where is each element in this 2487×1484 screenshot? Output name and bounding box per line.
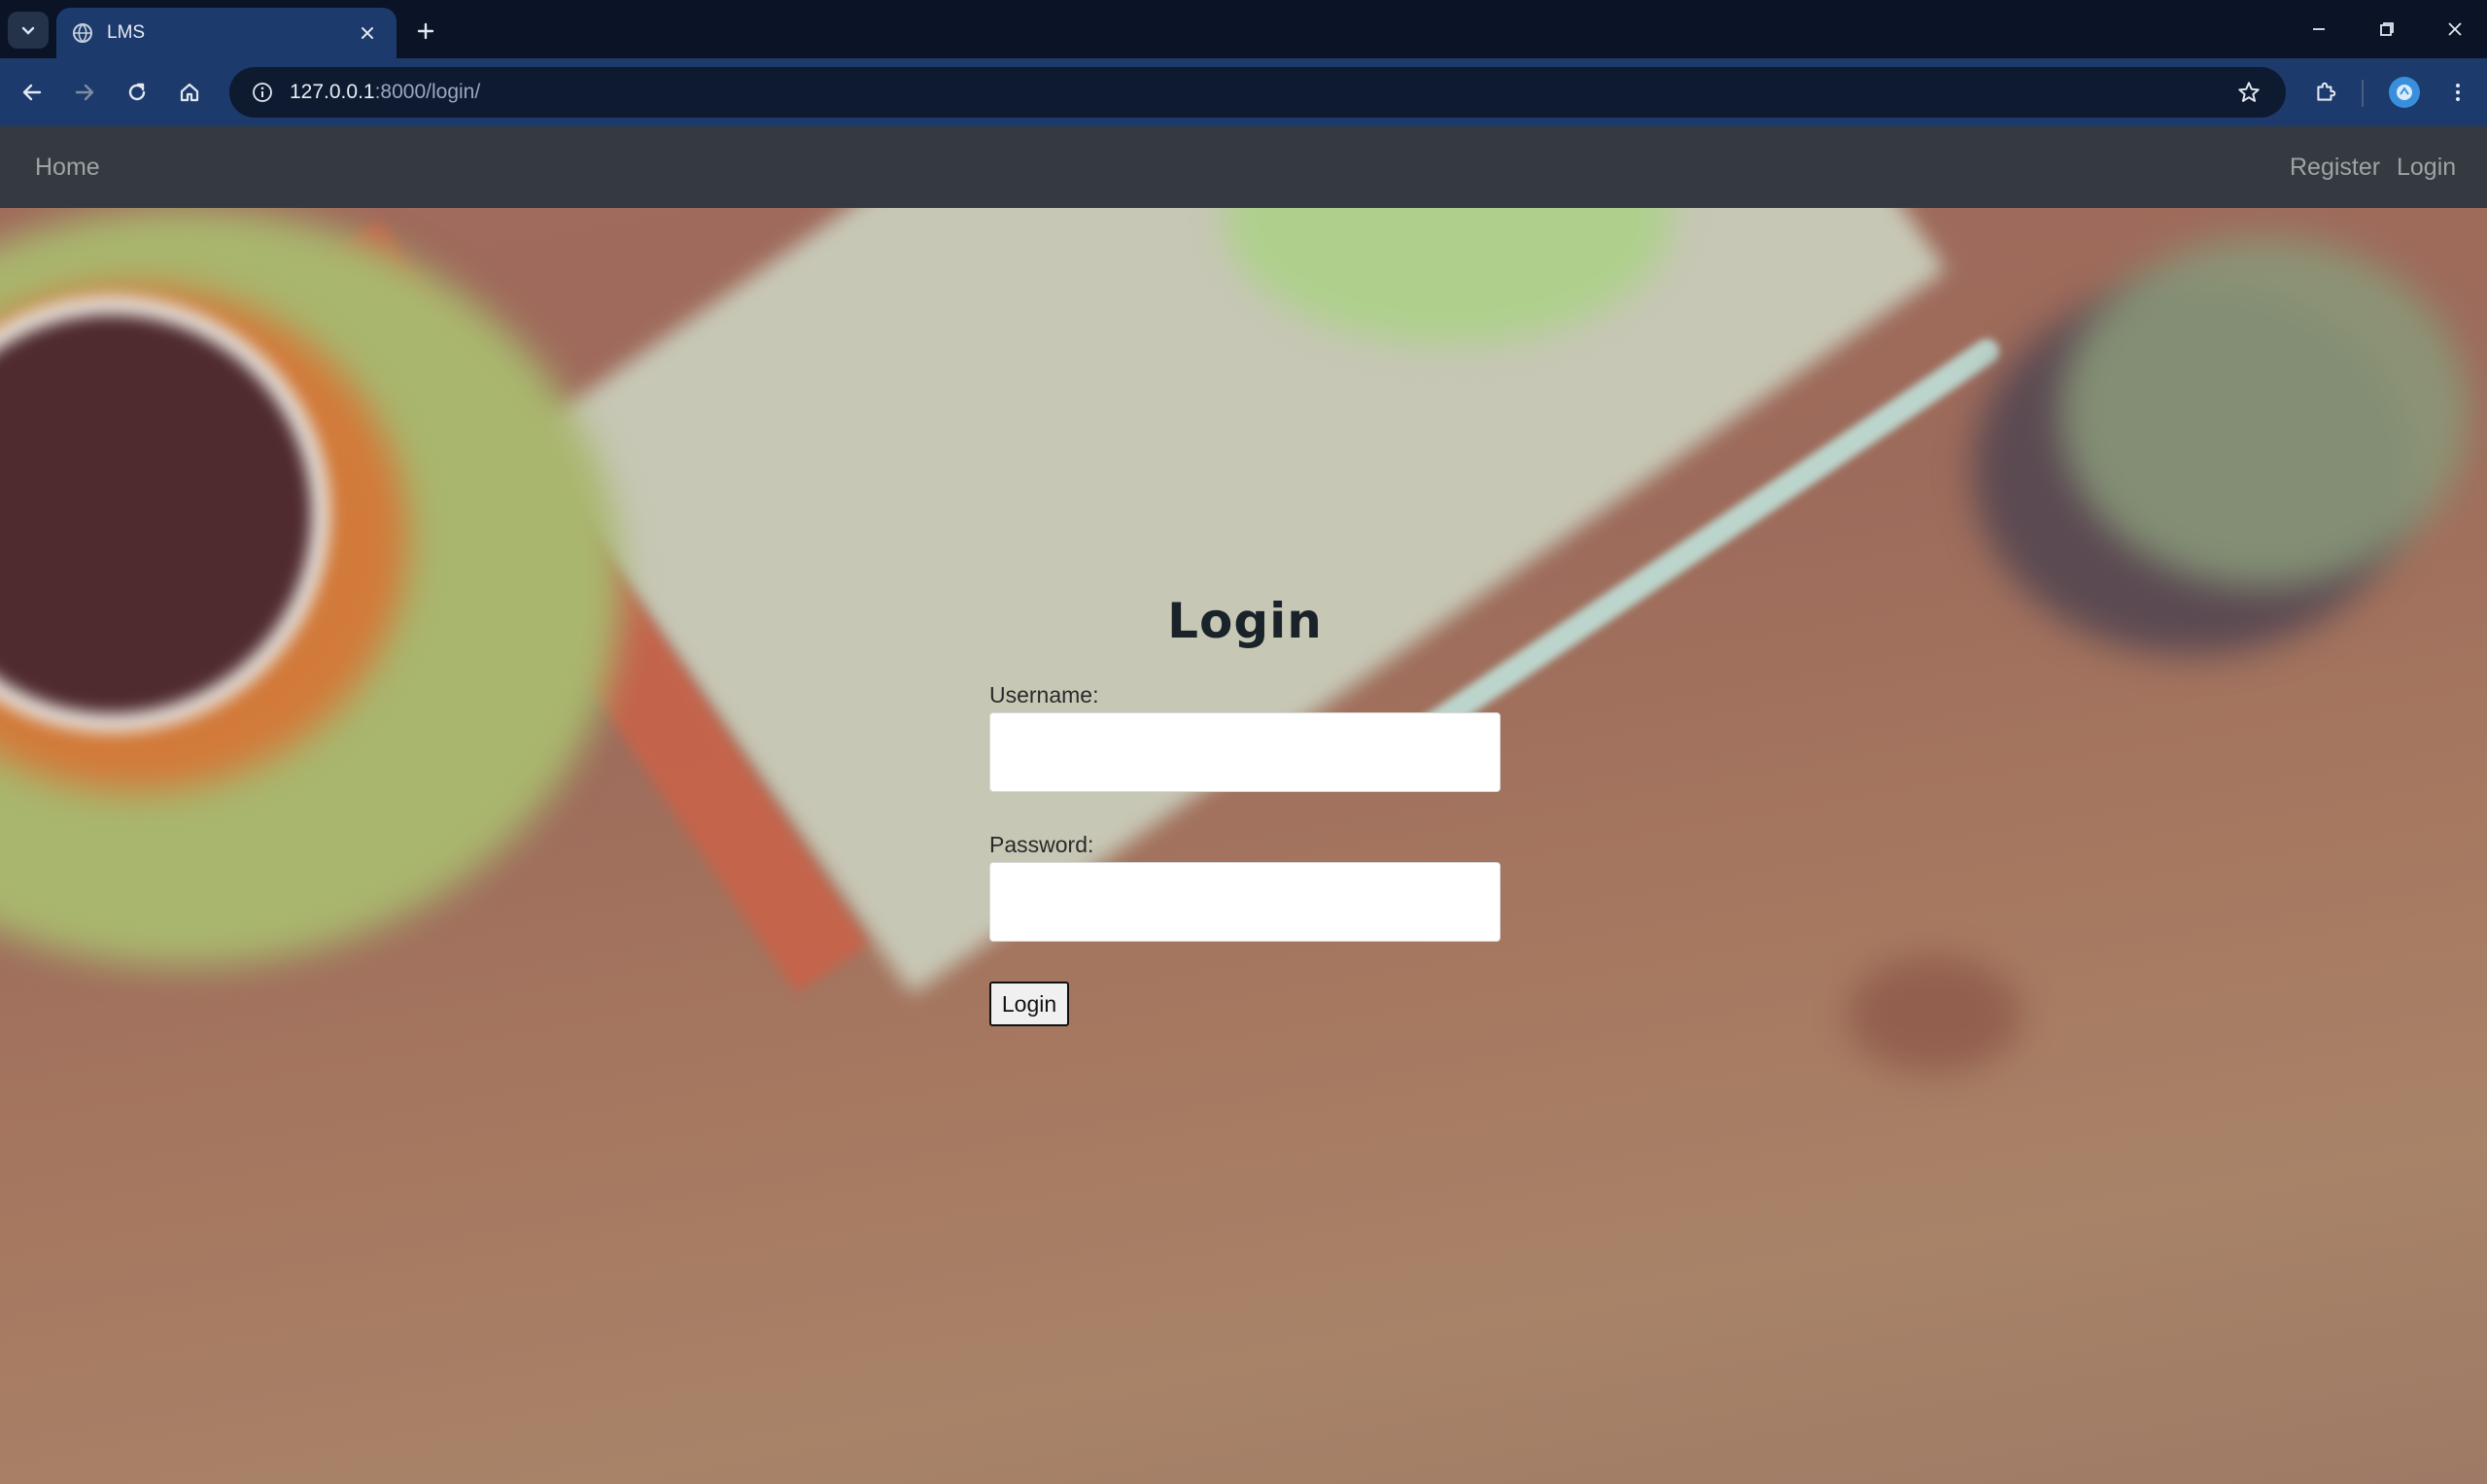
toolbar-separator xyxy=(2362,80,2364,107)
nav-login-link[interactable]: Login xyxy=(2397,126,2456,208)
restore-icon xyxy=(2380,22,2394,36)
url-host: 127.0.0.1 xyxy=(290,81,375,103)
star-icon xyxy=(2238,82,2260,102)
tab-search-button[interactable] xyxy=(8,12,49,49)
home-button[interactable] xyxy=(169,72,210,113)
succulent-plant xyxy=(2060,237,2469,587)
username-input[interactable] xyxy=(989,712,1501,792)
arrow-right-icon xyxy=(75,84,94,101)
wood-knot xyxy=(1847,956,2021,1073)
nav-register-link[interactable]: Register xyxy=(2290,126,2380,208)
tab-title: LMS xyxy=(107,22,146,43)
background-image xyxy=(0,208,2487,1484)
tab-close-button[interactable] xyxy=(354,19,381,47)
globe-icon xyxy=(73,23,92,43)
reload-button[interactable] xyxy=(117,72,157,113)
browser-titlebar: LMS xyxy=(0,0,2487,58)
password-label: Password: xyxy=(989,832,1094,857)
profile-avatar[interactable] xyxy=(2389,77,2420,108)
profile-icon xyxy=(2397,85,2412,100)
puzzle-icon xyxy=(2317,82,2336,101)
reload-icon xyxy=(128,83,146,101)
minimize-icon xyxy=(2313,28,2325,30)
minimize-button[interactable] xyxy=(2288,8,2350,51)
login-heading: Login xyxy=(1167,593,1323,649)
browser-menu-button[interactable] xyxy=(2437,72,2478,113)
close-icon xyxy=(362,27,373,39)
page-viewport: Home Register Login Login Username: Pass… xyxy=(0,126,2487,1484)
restore-button[interactable] xyxy=(2356,8,2418,51)
home-icon xyxy=(180,83,199,102)
new-tab-button[interactable] xyxy=(408,14,443,49)
username-label: Username: xyxy=(989,682,1099,707)
nav-home-link[interactable]: Home xyxy=(35,126,100,208)
address-bar[interactable]: 127.0.0.1:8000/login/ xyxy=(229,67,2286,118)
extensions-button[interactable] xyxy=(2305,72,2346,113)
back-button[interactable] xyxy=(12,72,52,113)
close-icon xyxy=(2448,22,2462,36)
chevron-down-icon xyxy=(21,26,35,35)
kebab-menu-icon xyxy=(2456,84,2460,101)
bookmark-star-button[interactable] xyxy=(2233,77,2264,108)
plus-icon xyxy=(417,22,434,40)
password-input[interactable] xyxy=(989,862,1501,942)
arrow-left-icon xyxy=(22,84,42,101)
browser-tab-active[interactable]: LMS xyxy=(56,8,397,58)
browser-toolbar: 127.0.0.1:8000/login/ xyxy=(0,58,2487,126)
login-submit-button[interactable]: Login xyxy=(989,982,1069,1026)
window-close-button[interactable] xyxy=(2424,8,2486,51)
info-icon xyxy=(253,83,272,102)
site-info-icon[interactable] xyxy=(249,79,276,106)
url-path: :8000/login/ xyxy=(374,81,481,103)
forward-button[interactable] xyxy=(64,72,105,113)
site-navbar: Home Register Login xyxy=(0,126,2487,208)
